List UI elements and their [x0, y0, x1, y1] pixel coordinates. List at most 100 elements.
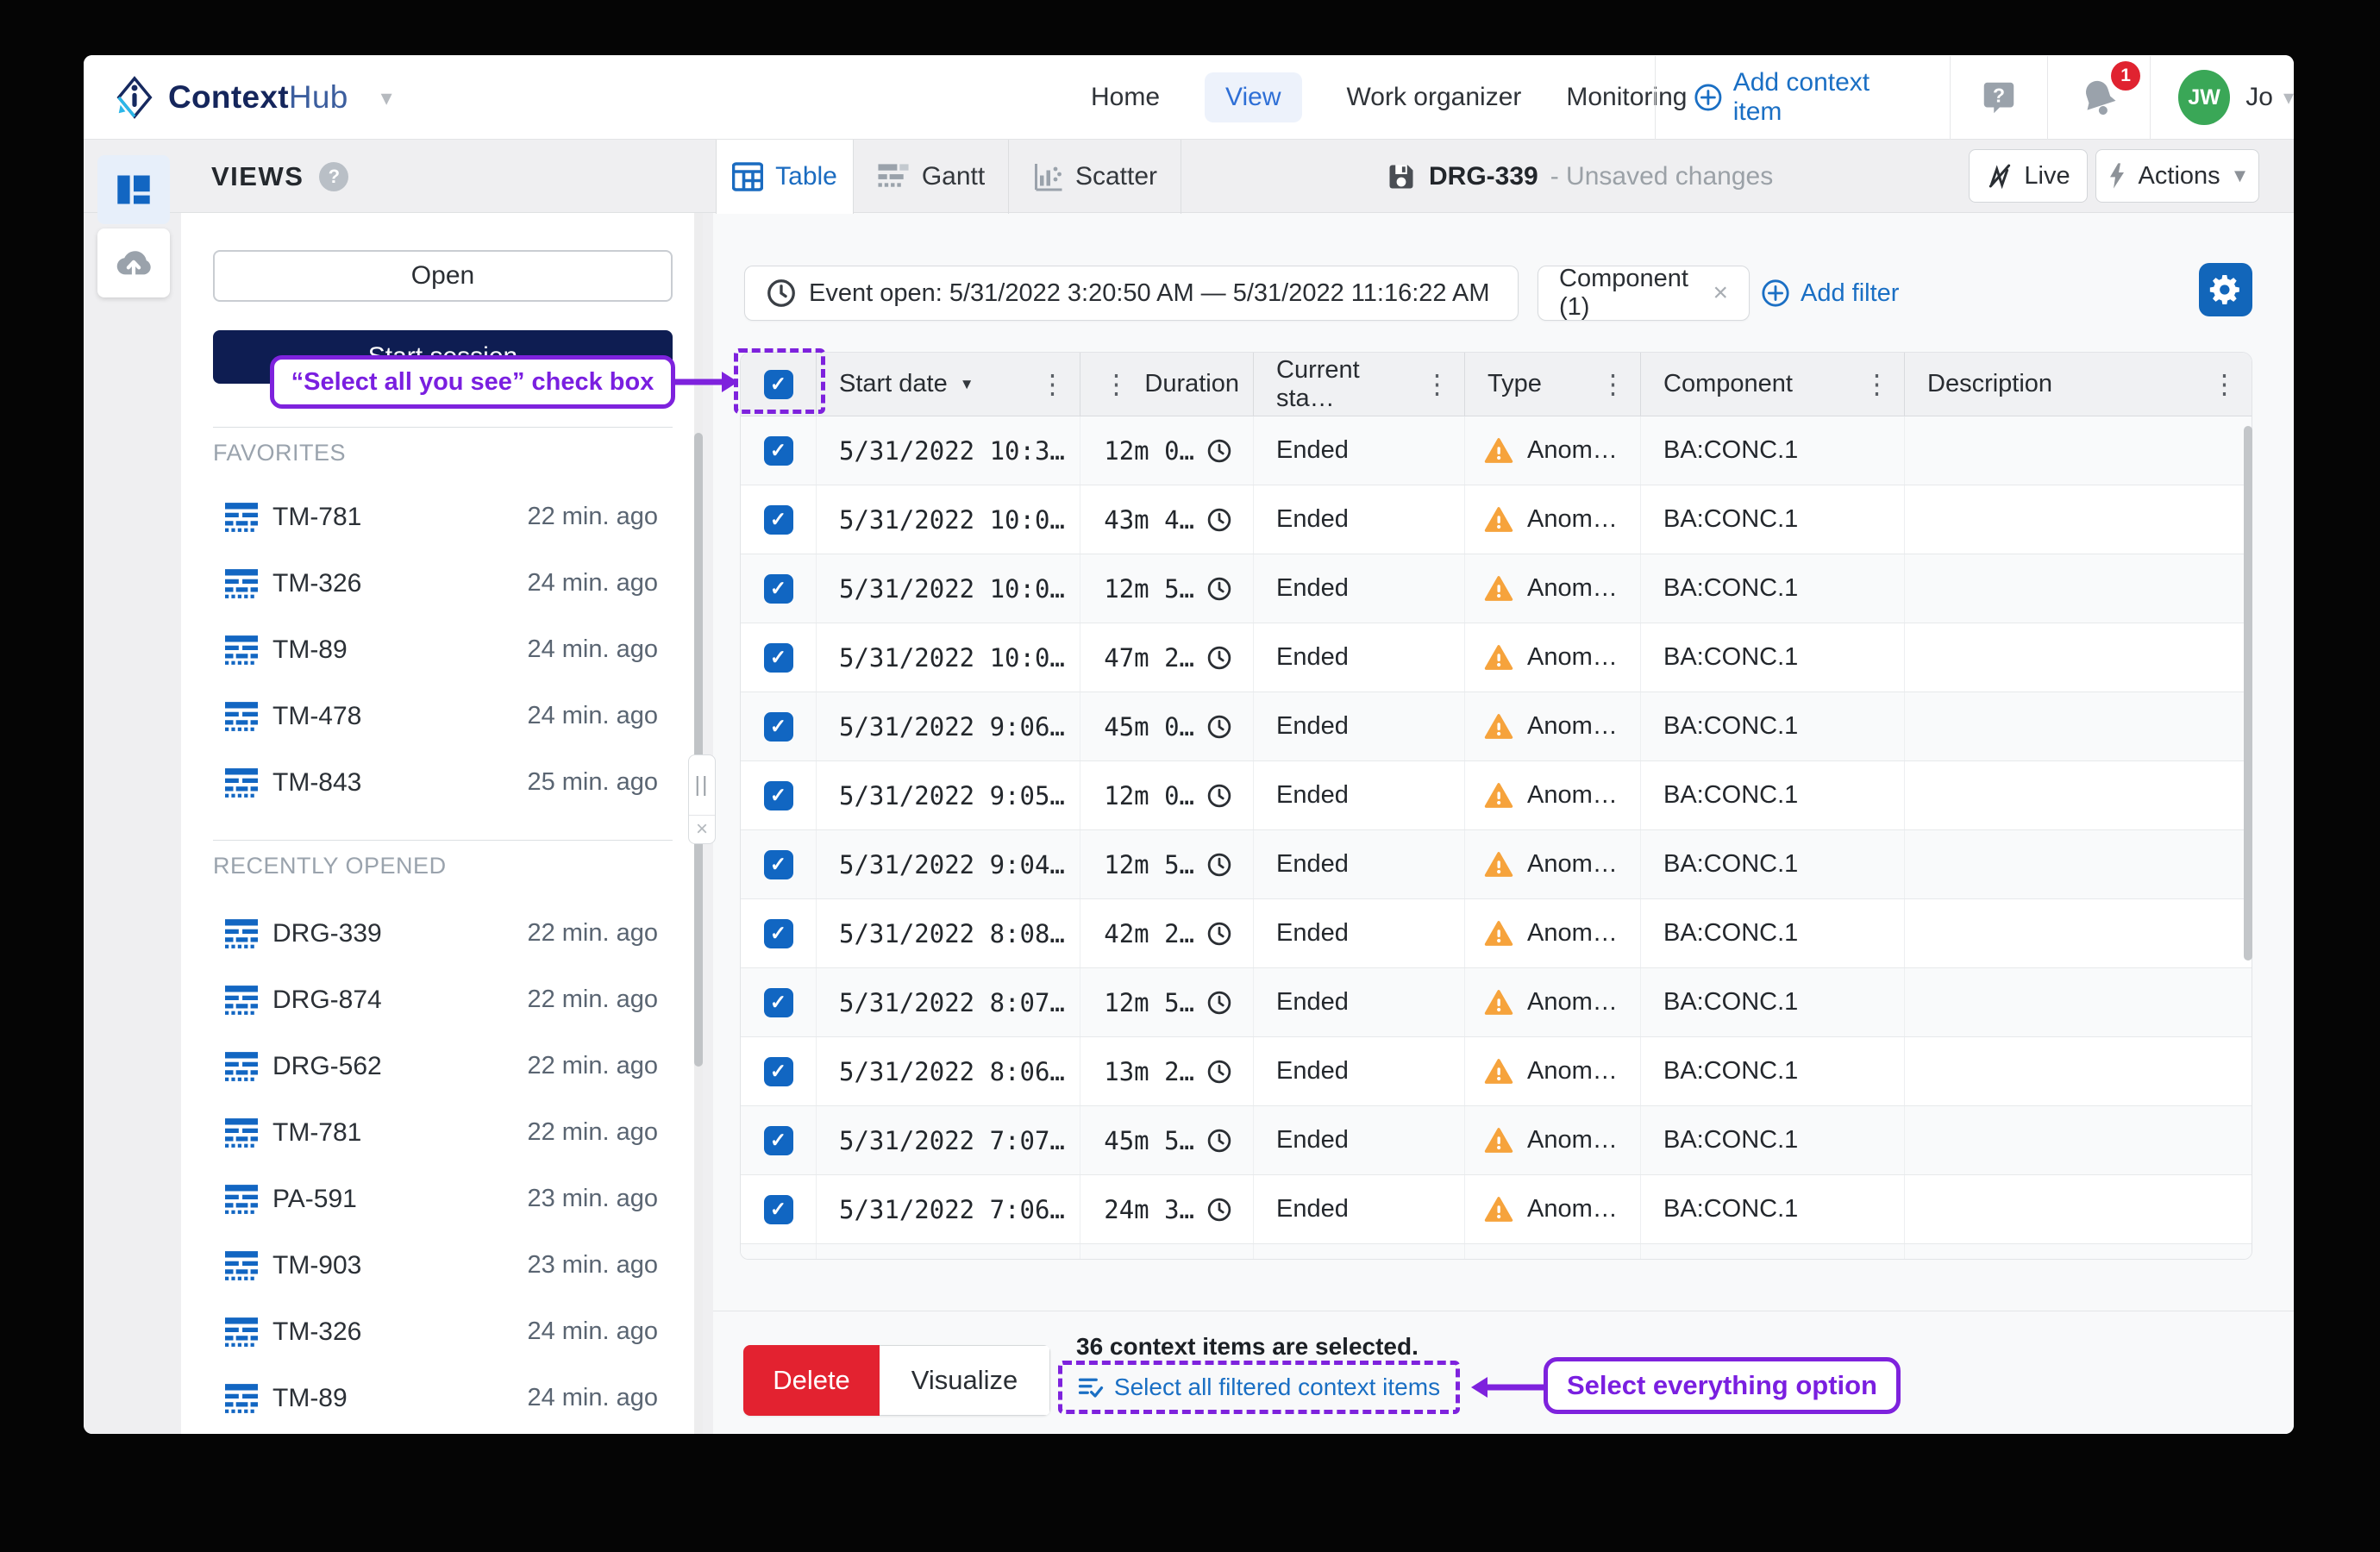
- user-menu-caret-icon[interactable]: ▾: [2283, 85, 2294, 110]
- list-item[interactable]: TM-781 22 min. ago: [181, 1099, 695, 1166]
- row-checkbox[interactable]: [764, 850, 793, 879]
- header-cell-start-date[interactable]: Start date ▼ ⋮: [817, 353, 1080, 416]
- views-help-icon[interactable]: ?: [319, 162, 348, 191]
- column-menu-icon[interactable]: ⋮: [1424, 369, 1450, 400]
- column-menu-icon[interactable]: ⋮: [1039, 369, 1066, 400]
- duration-value: 45m 0…: [1104, 712, 1194, 742]
- cell-type: Anom…: [1465, 554, 1641, 623]
- row-checkbox[interactable]: [764, 643, 793, 673]
- duration-value: 42m 2…: [1104, 919, 1194, 948]
- table-row[interactable]: 5/31/2022 7:06… 24m 3… Ended: [741, 1175, 2252, 1244]
- tab-table[interactable]: Table: [716, 140, 854, 214]
- row-checkbox[interactable]: [764, 1057, 793, 1086]
- list-item[interactable]: TM-326 24 min. ago: [181, 550, 695, 616]
- table-row[interactable]: 5/31/2022 9:06… 45m 0… Ended: [741, 692, 2252, 761]
- help-button[interactable]: ?: [1979, 78, 2019, 117]
- filter-component[interactable]: Component (1) ×: [1538, 266, 1750, 321]
- annotation-select-everything: Select everything option: [1544, 1357, 1901, 1414]
- nav-view[interactable]: View: [1205, 72, 1301, 122]
- open-view-button[interactable]: Open: [213, 250, 673, 302]
- list-item[interactable]: DRG-339 22 min. ago: [181, 900, 695, 967]
- list-item[interactable]: PA-591 23 min. ago: [181, 1166, 695, 1232]
- avatar[interactable]: JW: [2178, 70, 2230, 125]
- list-item[interactable]: TM-89 24 min. ago: [181, 1365, 695, 1431]
- cell-description: [1905, 968, 2252, 1036]
- list-item[interactable]: TM-843 25 min. ago: [181, 749, 695, 816]
- list-item[interactable]: TM-781 22 min. ago: [181, 484, 695, 550]
- row-checkbox[interactable]: [764, 1126, 793, 1155]
- table-row[interactable]: 5/31/2022 9:04… 12m 5… Ended: [741, 830, 2252, 899]
- table-row[interactable]: 5/31/2022 10:0… 12m 5… Ended: [741, 554, 2252, 623]
- row-checkbox[interactable]: [764, 436, 793, 466]
- list-item[interactable]: TM-903 23 min. ago: [181, 1232, 695, 1299]
- visualize-button[interactable]: Visualize: [880, 1345, 1050, 1416]
- row-checkbox[interactable]: [764, 1195, 793, 1224]
- column-menu-icon[interactable]: ⋮: [1600, 369, 1626, 400]
- list-item[interactable]: TM-326 24 min. ago: [181, 1299, 695, 1365]
- cell-select: [741, 968, 817, 1036]
- table-row[interactable]: 5/31/2022 8:06… 13m 2… Ended: [741, 1037, 2252, 1106]
- select-all-visible-checkbox[interactable]: [764, 370, 793, 399]
- table-row[interactable]: 5/31/2022 10:0… 47m 2… Ended: [741, 623, 2252, 692]
- table-row[interactable]: 5/31/2022 10:0… 43m 4… Ended: [741, 485, 2252, 554]
- collapse-sidebar-icon[interactable]: ×: [689, 816, 715, 843]
- column-menu-icon[interactable]: ⋮: [2211, 369, 2238, 400]
- table-settings-button[interactable]: [2199, 263, 2252, 316]
- nav-home[interactable]: Home: [1091, 83, 1160, 112]
- table-row[interactable]: 5/31/2022 8:07… 12m 5… Ended: [741, 968, 2252, 1037]
- header-cell-type[interactable]: Type ⋮: [1465, 353, 1641, 416]
- select-all-filtered-link[interactable]: Select all filtered context items: [1114, 1374, 1440, 1401]
- list-item[interactable]: TM-89 24 min. ago: [181, 616, 695, 683]
- row-checkbox[interactable]: [764, 919, 793, 948]
- scrollbar-thumb[interactable]: [694, 433, 703, 1067]
- live-toggle-button[interactable]: Live: [1969, 149, 2088, 203]
- notifications-button[interactable]: 1: [2076, 75, 2121, 120]
- resize-grip-icon[interactable]: ||: [689, 755, 715, 816]
- list-item[interactable]: TM-478 24 min. ago: [181, 683, 695, 749]
- rail-views-button[interactable]: [97, 155, 170, 224]
- column-menu-icon[interactable]: ⋮: [1863, 369, 1890, 400]
- row-checkbox[interactable]: [764, 781, 793, 810]
- tab-scatter[interactable]: Scatter: [1009, 140, 1181, 214]
- actions-button[interactable]: Actions ▼: [2095, 149, 2259, 203]
- views-title-label: VIEWS: [211, 161, 304, 192]
- table-row[interactable]: 5/31/2022 8:08… 42m 2… Ended: [741, 899, 2252, 968]
- sidebar-resize-handle[interactable]: || ×: [688, 754, 716, 844]
- nav-work-organizer[interactable]: Work organizer: [1347, 83, 1522, 112]
- table-row[interactable]: 5/31/2022 9:05… 12m 0… Ended: [741, 761, 2252, 830]
- clock-icon: [1206, 714, 1232, 740]
- row-checkbox[interactable]: [764, 988, 793, 1017]
- cell-start-date: 5/31/2022 7:06…: [817, 1175, 1080, 1243]
- table-row[interactable]: 5/31/2022 10:3… 12m 0… Ended: [741, 416, 2252, 485]
- view-table-icon: [225, 1118, 258, 1148]
- app-logo[interactable]: ContextHub ▾: [113, 55, 392, 140]
- clock-icon: [1206, 507, 1232, 533]
- list-item[interactable]: DRG-562 22 min. ago: [181, 1033, 695, 1099]
- view-time: 23 min. ago: [527, 1251, 658, 1280]
- cell-component: BA:CONC.1: [1641, 1175, 1905, 1243]
- cell-type: Anom…: [1465, 692, 1641, 760]
- row-checkbox[interactable]: [764, 712, 793, 742]
- add-context-item-button[interactable]: Add context item: [1694, 68, 1913, 127]
- warning-icon: [1484, 920, 1513, 947]
- header-cell-current-status[interactable]: Current sta… ⋮: [1254, 353, 1465, 416]
- delete-button[interactable]: Delete: [743, 1345, 880, 1416]
- row-checkbox[interactable]: [764, 505, 793, 535]
- add-filter-button[interactable]: Add filter: [1761, 266, 1899, 321]
- cell-start-date: 5/31/2022 10:3…: [817, 416, 1080, 485]
- table-scrollbar[interactable]: [2244, 426, 2252, 961]
- header-cell-description[interactable]: Description ⋮: [1905, 353, 2252, 416]
- remove-filter-icon[interactable]: ×: [1713, 278, 1728, 308]
- column-menu-icon[interactable]: ⋮: [1103, 369, 1130, 400]
- tab-gantt[interactable]: Gantt: [854, 140, 1009, 214]
- header-cell-component[interactable]: Component ⋮: [1641, 353, 1905, 416]
- workspace-caret-icon[interactable]: ▾: [381, 84, 392, 111]
- table-row[interactable]: 5/31/2022 7:07… 45m 5… Ended: [741, 1106, 2252, 1175]
- rail-upload-button[interactable]: [97, 228, 170, 297]
- header-cell-duration[interactable]: ⋮ Duration: [1080, 353, 1254, 416]
- row-checkbox[interactable]: [764, 574, 793, 604]
- list-item[interactable]: DRG-874 22 min. ago: [181, 967, 695, 1033]
- save-icon[interactable]: [1386, 161, 1417, 192]
- annotation-select-all-you-see: “Select all you see” check box: [270, 355, 675, 409]
- filter-event-open[interactable]: Event open: 5/31/2022 3:20:50 AM — 5/31/…: [744, 266, 1519, 321]
